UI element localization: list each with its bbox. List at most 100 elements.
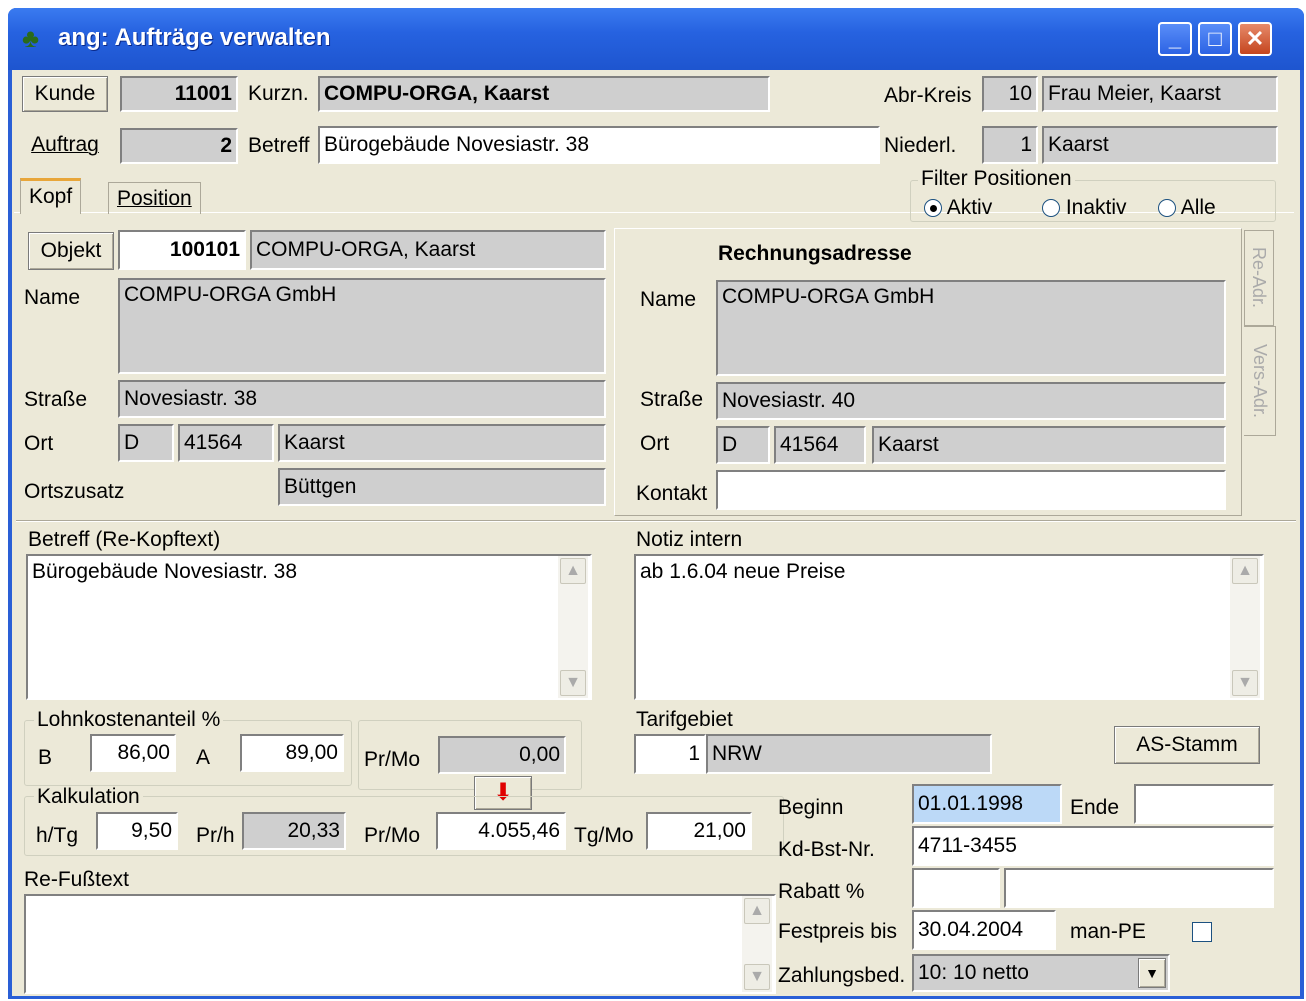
tab-kopf[interactable]: Kopf (20, 178, 82, 214)
objekt-name-field[interactable]: COMPU-ORGA GmbH (118, 278, 606, 374)
filter-alle-label: Alle (1180, 196, 1216, 219)
zahlung-select[interactable]: 10: 10 netto (912, 954, 1170, 992)
objekt-ortszusatz-field[interactable]: Büttgen (278, 468, 606, 506)
rechnung-strasse-field[interactable]: Novesiastr. 40 (716, 382, 1226, 420)
abrkreis-nr-field[interactable]: 10 (982, 76, 1038, 112)
rabatt-field-1[interactable] (912, 868, 1000, 908)
close-button[interactable]: ✕ (1238, 22, 1272, 56)
lohn-title: Lohnkostenanteil % (34, 708, 224, 732)
client-area: Kunde 11001 Kurzn. COMPU-ORGA, Kaarst Ab… (12, 70, 1300, 996)
scroll-up-icon[interactable]: ▲ (1232, 558, 1258, 584)
kalk-htg-label: h/Tg (36, 824, 79, 847)
kdbst-field[interactable]: 4711-3455 (912, 826, 1274, 866)
tab-position[interactable]: Position (108, 182, 201, 214)
betreff-field[interactable]: Bürogebäude Novesiastr. 38 (318, 126, 880, 164)
filter-alle-radio[interactable]: Alle (1158, 196, 1216, 220)
manpe-label: man-PE (1070, 920, 1146, 943)
ende-field[interactable] (1134, 784, 1274, 824)
chevron-down-icon[interactable]: ▼ (1138, 958, 1166, 988)
objekt-strasse-field[interactable]: Novesiastr. 38 (118, 380, 606, 418)
minimize-button[interactable]: _ (1158, 22, 1192, 56)
scroll-up-icon[interactable]: ▲ (744, 898, 770, 924)
kalk-htg-field[interactable]: 9,50 (96, 812, 178, 850)
niederl-label: Niederl. (884, 134, 957, 157)
rechnung-plz-field[interactable]: 41564 (774, 426, 866, 464)
betreff-kopf-label: Betreff (Re-Kopftext) (28, 528, 221, 551)
kurzn-label: Kurzn. (248, 82, 309, 105)
radio-icon (1158, 199, 1176, 218)
scroll-down-icon[interactable]: ▼ (560, 670, 586, 696)
objekt-nr-field[interactable]: 100101 (118, 230, 246, 270)
festpreis-field[interactable]: 30.04.2004 (912, 910, 1056, 950)
rechnung-strasse-label: Straße (640, 388, 704, 411)
kalk-tgmo-label: Tg/Mo (574, 824, 634, 847)
rechnung-ort-field[interactable]: Kaarst (872, 426, 1226, 464)
tarif-name-field[interactable]: NRW (706, 734, 992, 774)
ende-label: Ende (1070, 796, 1120, 819)
abrkreis-label: Abr-Kreis (884, 84, 972, 107)
betreff-kopf-scrollbar[interactable]: ▲ ▼ (558, 556, 588, 698)
auftrag-button[interactable]: Auftrag (22, 128, 108, 164)
tarif-nr-field[interactable]: 1 (634, 734, 706, 774)
rechnung-kontakt-label: Kontakt (636, 482, 708, 505)
scroll-down-icon[interactable]: ▼ (744, 964, 770, 990)
scroll-up-icon[interactable]: ▲ (560, 558, 586, 584)
objekt-land-field[interactable]: D (118, 424, 174, 462)
fusstext-label: Re-Fußtext (24, 868, 130, 891)
auftrag-nr-field[interactable]: 2 (120, 128, 238, 164)
filter-inaktiv-radio[interactable]: Inaktiv (1042, 196, 1127, 220)
beginn-field[interactable]: 01.01.1998 (912, 784, 1062, 824)
window-title: ang: Aufträge verwalten (58, 24, 331, 51)
notiz-scrollbar[interactable]: ▲ ▼ (1230, 556, 1260, 698)
kunde-nr-field[interactable]: 11001 (120, 76, 238, 112)
zahlung-label: Zahlungsbed. (778, 964, 906, 987)
rechnung-land-field[interactable]: D (716, 426, 770, 464)
objekt-name-short-field[interactable]: COMPU-ORGA, Kaarst (250, 230, 606, 270)
as-stamm-button[interactable]: AS-Stamm (1114, 726, 1260, 764)
lohn-b-field[interactable]: 86,00 (90, 734, 176, 772)
manpe-checkbox[interactable] (1192, 922, 1212, 942)
filter-aktiv-radio[interactable]: Aktiv (924, 196, 992, 220)
rechnung-kontakt-field[interactable] (716, 470, 1226, 510)
lohn-prmo-label: Pr/Mo (364, 748, 421, 771)
maximize-button[interactable]: □ (1198, 22, 1232, 56)
betreff-kopf-text: Bürogebäude Novesiastr. 38 (32, 560, 298, 583)
app-window: ♣ ang: Aufträge verwalten _ □ ✕ Kunde 11… (8, 8, 1304, 999)
tab-vers-adr[interactable]: Vers-Adr. (1244, 326, 1276, 436)
notiz-text: ab 1.6.04 neue Preise (640, 560, 846, 583)
niederl-name-field[interactable]: Kaarst (1042, 126, 1278, 164)
objekt-plz-field[interactable]: 41564 (178, 424, 274, 462)
filter-inaktiv-label: Inaktiv (1065, 196, 1127, 219)
lohn-b-label: B (38, 746, 53, 769)
radio-icon (1042, 199, 1060, 218)
kurzn-field[interactable]: COMPU-ORGA, Kaarst (318, 76, 770, 112)
abrkreis-name-field[interactable]: Frau Meier, Kaarst (1042, 76, 1278, 112)
kalk-prmo-field[interactable]: 4.055,46 (436, 812, 566, 850)
notiz-label: Notiz intern (636, 528, 743, 551)
rechnung-name-field[interactable]: COMPU-ORGA GmbH (716, 280, 1226, 376)
rabatt-label: Rabatt % (778, 880, 865, 903)
objekt-ortszusatz-label: Ortszusatz (24, 480, 125, 503)
kalk-prh-field[interactable]: 20,33 (242, 812, 346, 850)
betreff-label: Betreff (248, 134, 310, 157)
lohn-a-field[interactable]: 89,00 (240, 734, 344, 772)
objekt-ort-label: Ort (24, 432, 54, 455)
tab-re-adr[interactable]: Re-Adr. (1244, 230, 1274, 326)
fusstext-textarea[interactable] (24, 894, 776, 994)
filter-title: Filter Positionen (918, 168, 1075, 190)
rabatt-field-2[interactable] (1004, 868, 1274, 908)
objekt-ort-field[interactable]: Kaarst (278, 424, 606, 462)
kunde-button[interactable]: Kunde (22, 76, 108, 112)
section-divider (16, 520, 1296, 522)
lohn-a-label: A (196, 746, 211, 769)
fusstext-scrollbar[interactable]: ▲ ▼ (742, 896, 772, 992)
objekt-button[interactable]: Objekt (28, 232, 114, 270)
scroll-down-icon[interactable]: ▼ (1232, 670, 1258, 696)
lohn-prmo-field[interactable]: 0,00 (438, 736, 566, 774)
niederl-nr-field[interactable]: 1 (982, 126, 1038, 164)
kalk-prmo-label: Pr/Mo (364, 824, 421, 847)
kalk-tgmo-field[interactable]: 21,00 (646, 812, 752, 850)
kdbst-label: Kd-Bst-Nr. (778, 838, 875, 861)
betreff-kopf-textarea[interactable]: Bürogebäude Novesiastr. 38 (26, 554, 592, 700)
notiz-textarea[interactable]: ab 1.6.04 neue Preise (634, 554, 1264, 700)
